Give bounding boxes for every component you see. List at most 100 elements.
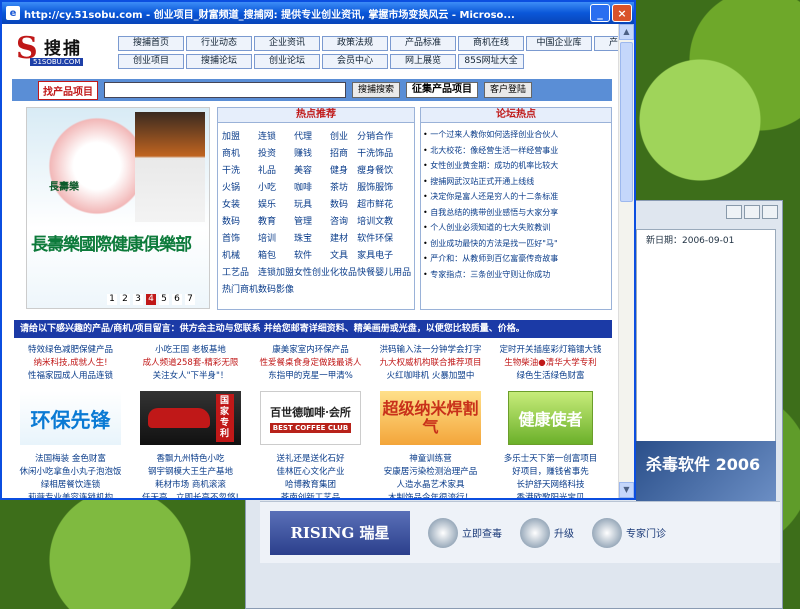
banner-page-link[interactable]: 2: [120, 294, 130, 305]
hot-keyword-link[interactable]: 合作: [375, 129, 411, 142]
hot-keyword-link[interactable]: 连锁: [258, 129, 294, 142]
nav-link[interactable]: 企业资讯: [254, 36, 320, 51]
banner-page-link[interactable]: 3: [133, 294, 143, 305]
hot-keyword-link[interactable]: 环保: [375, 231, 411, 244]
forum-topic-link[interactable]: 一个过来人教你如何选择创业合伙人: [423, 127, 609, 143]
minimize-button[interactable]: _: [590, 4, 610, 22]
ad-link[interactable]: 神童训练营: [374, 453, 487, 466]
ad-link[interactable]: 法国梅装 金色财富: [14, 453, 127, 466]
hot-keyword-link[interactable]: 热门商机: [222, 282, 258, 295]
hot-keyword-link[interactable]: 火锅: [222, 180, 258, 193]
hot-keyword-link[interactable]: 瘦身: [357, 163, 375, 176]
banner-page-link[interactable]: 6: [172, 294, 182, 305]
nav-link[interactable]: 创业论坛: [254, 54, 320, 69]
banner-page-link[interactable]: 4: [146, 294, 156, 305]
hot-keyword-link[interactable]: 咨询: [330, 214, 357, 227]
ad-link[interactable]: 东指甲的克星一甲清%: [254, 370, 367, 383]
customer-login-button[interactable]: 客户登陆: [484, 82, 533, 98]
site-logo[interactable]: S 搜捕 51SOBU.COM: [16, 30, 106, 72]
bg-minimize-button[interactable]: [726, 205, 742, 219]
ad-image[interactable]: 环保先锋: [20, 391, 121, 445]
forum-topic-link[interactable]: 创业成功最快的方法是找一匹好"马": [423, 236, 609, 252]
hot-keyword-link[interactable]: 工艺品: [222, 265, 258, 278]
ad-link[interactable]: 送礼还是送化石好: [254, 453, 367, 466]
hot-keyword-link[interactable]: 饰品: [375, 146, 411, 159]
forum-topic-link[interactable]: 严介和：从教师到百亿富豪传奇故事: [423, 251, 609, 267]
banner-page-link[interactable]: 7: [185, 294, 195, 305]
ad-link[interactable]: 定时开关插座彩灯箱镭大钱: [494, 344, 607, 357]
scroll-down-icon[interactable]: ▼: [619, 482, 634, 498]
hot-keyword-link[interactable]: 超市: [357, 197, 375, 210]
forum-topic-link[interactable]: 自我总结的携带创业感悟与大家分享: [423, 205, 609, 221]
hot-keyword-link[interactable]: 首饰: [222, 231, 258, 244]
bg-maximize-button[interactable]: [744, 205, 760, 219]
nav-link[interactable]: 行业动态: [186, 36, 252, 51]
ad-link[interactable]: 火红咖啡机 火暴加盟中: [374, 370, 487, 383]
hot-keyword-link[interactable]: 礼品: [258, 163, 294, 176]
hot-keyword-link[interactable]: 数码: [330, 197, 357, 210]
promo-banner[interactable]: 長壽樂 長壽樂國際健康俱樂部 1234567: [26, 107, 210, 309]
nav-link[interactable]: 创业项目: [118, 54, 184, 69]
banner-page-link[interactable]: 5: [159, 294, 169, 305]
ad-link[interactable]: 关注女人"下半身"！: [134, 370, 247, 383]
hot-keyword-link[interactable]: 软件: [294, 248, 330, 261]
ad-link[interactable]: 哈博教育集团: [254, 479, 367, 492]
ad-link[interactable]: 休闲小吃拿鱼小丸子泡泡饭: [14, 466, 127, 479]
scan-now-button[interactable]: 立即查毒: [428, 517, 502, 548]
nav-link[interactable]: 搜捕论坛: [186, 54, 252, 69]
ad-link[interactable]: 木制饰品今年很流行！: [374, 492, 487, 498]
upgrade-button[interactable]: 升级: [520, 517, 574, 548]
search-button[interactable]: 搜捕搜索: [352, 82, 401, 98]
hot-keyword-link[interactable]: 箱包: [258, 248, 294, 261]
hot-keyword-link[interactable]: 玩具: [294, 197, 330, 210]
ad-link[interactable]: 生物柴油●清华大学专利: [494, 357, 607, 370]
hot-keyword-link[interactable]: 化妆品: [330, 265, 357, 278]
nav-link[interactable]: 政策法规: [322, 36, 388, 51]
hot-keyword-link[interactable]: 服饰: [357, 180, 375, 193]
expert-clinic-button[interactable]: 专家门诊: [592, 517, 666, 548]
hot-keyword-link[interactable]: 干洗: [222, 163, 258, 176]
ad-link[interactable]: 小吃王国 老板基地: [134, 344, 247, 357]
ad-link[interactable]: 绿相居餐饮连锁: [14, 479, 127, 492]
forum-topic-link[interactable]: 北大校花：像经营生活一样经营事业: [423, 143, 609, 159]
close-button[interactable]: ×: [612, 4, 632, 22]
ad-link[interactable]: 耗材市场 商机滚滚: [134, 479, 247, 492]
hot-keyword-link[interactable]: 文具: [330, 248, 357, 261]
ad-image[interactable]: 超级纳米焊割气: [380, 391, 481, 445]
hot-keyword-link[interactable]: 文教: [375, 214, 411, 227]
scroll-thumb[interactable]: [620, 42, 633, 202]
hot-keyword-link[interactable]: 建材: [330, 231, 357, 244]
nav-link[interactable]: 搜捕首页: [118, 36, 184, 51]
forum-topic-link[interactable]: 搜捕网武汉站正式开通上线线: [423, 174, 609, 190]
ad-link[interactable]: 洪码输入法一分钟学会打字: [374, 344, 487, 357]
nav-link[interactable]: 网上展览: [390, 54, 456, 69]
hot-keyword-link[interactable]: 小吃: [258, 180, 294, 193]
hot-keyword-link[interactable]: 珠宝: [294, 231, 330, 244]
ad-image[interactable]: 国家专利: [140, 391, 241, 445]
nav-link[interactable]: 中国企业库: [526, 36, 592, 51]
hot-keyword-link[interactable]: 教育: [258, 214, 294, 227]
hot-keyword-link[interactable]: 女性创业: [294, 265, 330, 278]
hot-keyword-link[interactable]: 鲜花: [375, 197, 411, 210]
ad-link[interactable]: 成人频道258套-精彩无限: [134, 357, 247, 370]
ad-link[interactable]: 安康居污染检测治理产品: [374, 466, 487, 479]
hot-keyword-link[interactable]: 招商: [330, 146, 357, 159]
ad-link[interactable]: 康美家室内环保产品: [254, 344, 367, 357]
nav-link[interactable]: 产品标准: [390, 36, 456, 51]
ad-link[interactable]: 钢宇钢模大王生产基地: [134, 466, 247, 479]
scroll-up-icon[interactable]: ▲: [619, 24, 634, 40]
nav-link[interactable]: 商机在线: [458, 36, 524, 51]
hot-keyword-link[interactable]: 数码影像: [258, 282, 294, 295]
hot-keyword-link[interactable]: 培训: [357, 214, 375, 227]
ad-link[interactable]: 香飘九州特色小吃: [134, 453, 247, 466]
ad-link[interactable]: 九大权威机构联合推荐项目: [374, 357, 487, 370]
hot-keyword-link[interactable]: 连锁加盟: [258, 265, 294, 278]
hot-keyword-link[interactable]: 加盟: [222, 129, 258, 142]
forum-topic-link[interactable]: 个人创业必须知道的七大失败教训: [423, 220, 609, 236]
ad-image[interactable]: 百世德咖啡·会所 BEST COFFEE CLUB: [260, 391, 361, 445]
hot-keyword-link[interactable]: 娱乐: [258, 197, 294, 210]
ad-link[interactable]: 好项目，赚钱省事先: [494, 466, 607, 479]
ad-link[interactable]: 莉薇专业美容连锁机构: [14, 492, 127, 498]
hot-keyword-link[interactable]: 干洗: [357, 146, 375, 159]
search-input[interactable]: [104, 82, 346, 98]
